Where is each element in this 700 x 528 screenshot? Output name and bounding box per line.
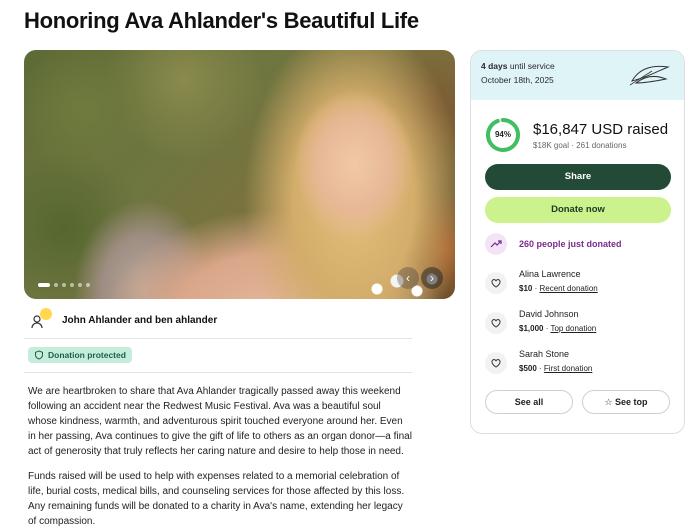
carousel-dot[interactable] xyxy=(86,283,90,287)
progress-ring: 94% xyxy=(485,117,521,153)
donor-meta: $1,000 · Top donation xyxy=(519,324,597,333)
donor-meta: $10 · Recent donation xyxy=(519,284,598,293)
recent-donations-activity: 260 people just donated xyxy=(485,233,622,255)
star-icon: ☆ xyxy=(604,397,613,407)
divider xyxy=(24,372,412,373)
amount-raised: $16,847 USD raised xyxy=(533,120,669,138)
heart-hand-icon xyxy=(485,352,507,374)
page-title: Honoring Ava Ahlander's Beautiful Life xyxy=(24,8,419,33)
organizer-names: John Ahlander and ben ahlander xyxy=(62,314,218,326)
donation-card: 4 days until service October 18th, 2025 … xyxy=(470,50,685,434)
carousel-dot[interactable] xyxy=(62,283,66,287)
donor-item: Alina Lawrence $10 · Recent donation xyxy=(485,269,598,294)
donor-name: Alina Lawrence xyxy=(519,269,581,279)
share-button[interactable]: Share xyxy=(485,164,671,190)
campaign-photo[interactable]: ‹ › xyxy=(24,50,455,299)
just-donated-count: 260 people just donated xyxy=(519,239,622,249)
carousel-dot[interactable] xyxy=(70,283,74,287)
see-top-button[interactable]: ☆ See top xyxy=(582,390,670,414)
see-all-button[interactable]: See all xyxy=(485,390,573,414)
donor-item: David Johnson $1,000 · Top donation xyxy=(485,309,596,334)
donor-meta: $500 · First donation xyxy=(519,364,593,373)
heart-hand-icon xyxy=(485,312,507,334)
story-paragraph-1: We are heartbroken to share that Ava Ahl… xyxy=(28,386,412,457)
organizer[interactable]: John Ahlander and ben ahlander xyxy=(30,308,218,330)
carousel-dot[interactable] xyxy=(38,283,50,287)
donation-tag-link[interactable]: Top donation xyxy=(550,324,596,333)
chevron-left-icon[interactable]: ‹ xyxy=(397,267,419,289)
divider xyxy=(24,338,412,339)
service-banner: 4 days until service October 18th, 2025 xyxy=(471,51,684,100)
donation-tag-link[interactable]: First donation xyxy=(544,364,592,373)
donor-name: Sarah Stone xyxy=(519,349,570,359)
donate-now-button[interactable]: Donate now xyxy=(485,197,671,223)
trending-up-icon xyxy=(485,233,507,255)
story-paragraph-2: Funds raised will be used to help with e… xyxy=(28,471,405,527)
progress-percent: 94% xyxy=(494,130,511,139)
carousel-dots[interactable] xyxy=(38,283,90,287)
donor-name: David Johnson xyxy=(519,309,579,319)
chevron-right-icon[interactable]: › xyxy=(421,267,443,289)
donation-protected-badge[interactable]: Donation protected xyxy=(28,347,132,363)
carousel-dot[interactable] xyxy=(78,283,82,287)
progress-summary: 94% $16,847 USD raised $18K goal · 261 d… xyxy=(485,117,668,153)
goal-and-donations: $18K goal · 261 donations xyxy=(533,140,627,150)
badge-label: Donation protected xyxy=(48,350,126,360)
shield-check-icon xyxy=(35,350,43,360)
donor-item: Sarah Stone $500 · First donation xyxy=(485,349,592,374)
donation-tag-link[interactable]: Recent donation xyxy=(539,284,597,293)
heart-hand-icon xyxy=(485,272,507,294)
leaf-icon xyxy=(629,65,670,86)
carousel-dot[interactable] xyxy=(54,283,58,287)
user-group-icon xyxy=(30,308,52,330)
